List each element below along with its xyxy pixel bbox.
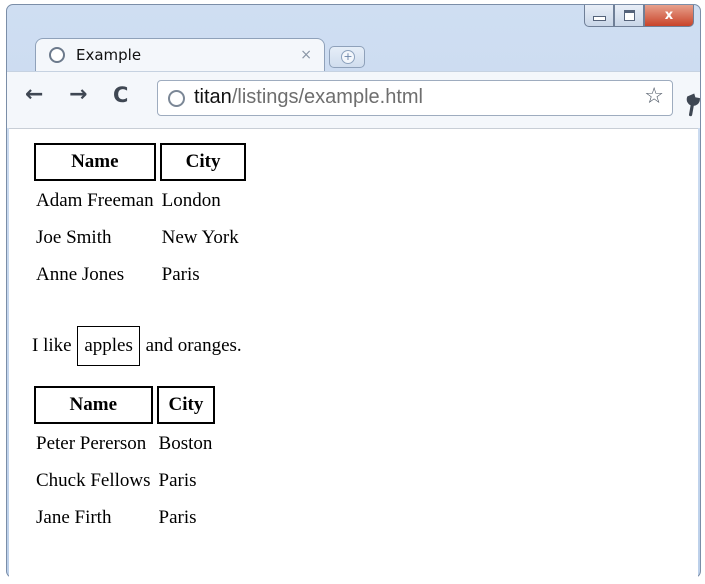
minimize-icon bbox=[592, 16, 606, 21]
minimize-button[interactable] bbox=[584, 5, 614, 27]
table-header-row: Name City bbox=[34, 143, 247, 181]
maximize-icon bbox=[623, 10, 635, 21]
table-row: Adam Freeman London bbox=[34, 185, 246, 218]
reload-button[interactable]: C bbox=[113, 85, 128, 106]
header-name: Name bbox=[34, 386, 153, 424]
cell-city: Paris bbox=[161, 264, 200, 285]
boxed-word: apples bbox=[77, 326, 140, 366]
tab-title: Example bbox=[76, 46, 142, 64]
address-bar[interactable]: titan/listings/example.html ☆ bbox=[157, 80, 673, 116]
cell-city: New York bbox=[161, 227, 239, 248]
close-window-button[interactable]: x bbox=[644, 5, 694, 27]
cell-city: Paris bbox=[158, 470, 197, 491]
cell-city: London bbox=[161, 190, 221, 211]
plus-icon: + bbox=[341, 50, 355, 64]
cell-name: Jane Firth bbox=[36, 507, 112, 528]
wrench-menu-button[interactable] bbox=[677, 88, 705, 123]
tab-close-button[interactable]: × bbox=[300, 47, 312, 63]
header-name: Name bbox=[34, 143, 156, 181]
table-row: Jane Firth Paris bbox=[34, 502, 215, 535]
paragraph-text-before: I like bbox=[32, 335, 72, 356]
new-tab-button[interactable]: + bbox=[329, 46, 365, 68]
table-row: Joe Smith New York bbox=[34, 222, 246, 255]
table-row: Chuck Fellows Paris bbox=[34, 465, 215, 498]
url-host: titan bbox=[194, 86, 232, 108]
table-header-row: Name City bbox=[34, 386, 216, 424]
caption-buttons: x bbox=[584, 5, 694, 27]
browser-window: x Example × + ← → C titan/listings/examp… bbox=[6, 4, 701, 578]
forward-button[interactable]: → bbox=[69, 84, 87, 106]
header-city: City bbox=[156, 386, 216, 424]
table-row: Anne Jones Paris bbox=[34, 259, 246, 292]
url-text: titan/listings/example.html bbox=[194, 86, 423, 109]
cell-name: Joe Smith bbox=[36, 227, 112, 248]
wrench-icon bbox=[686, 93, 700, 117]
maximize-button[interactable] bbox=[614, 5, 644, 27]
table-2: Name City Peter Pererson Boston Chuck Fe… bbox=[30, 382, 219, 539]
paragraph-text-after: and oranges. bbox=[145, 335, 242, 356]
page-content: Name City Adam Freeman London Joe Smith … bbox=[9, 128, 698, 578]
cell-city: Boston bbox=[158, 433, 213, 454]
cell-name: Peter Pererson bbox=[36, 433, 147, 454]
cell-name: Chuck Fellows bbox=[36, 470, 151, 491]
bookmark-star-icon[interactable]: ☆ bbox=[644, 84, 664, 109]
url-path: /listings/example.html bbox=[231, 86, 423, 108]
table-row: Peter Pererson Boston bbox=[34, 428, 215, 461]
paragraph: I like apples and oranges. bbox=[32, 326, 242, 366]
cell-name: Anne Jones bbox=[36, 264, 125, 285]
back-button[interactable]: ← bbox=[25, 84, 43, 106]
globe-icon bbox=[168, 90, 185, 107]
cell-name: Adam Freeman bbox=[36, 190, 154, 211]
cell-city: Paris bbox=[158, 507, 197, 528]
header-city: City bbox=[159, 143, 247, 181]
close-icon: x bbox=[664, 8, 674, 23]
table-1: Name City Adam Freeman London Joe Smith … bbox=[30, 139, 250, 296]
browser-toolbar: ← → C titan/listings/example.html ☆ bbox=[7, 71, 700, 128]
globe-icon bbox=[49, 47, 65, 63]
